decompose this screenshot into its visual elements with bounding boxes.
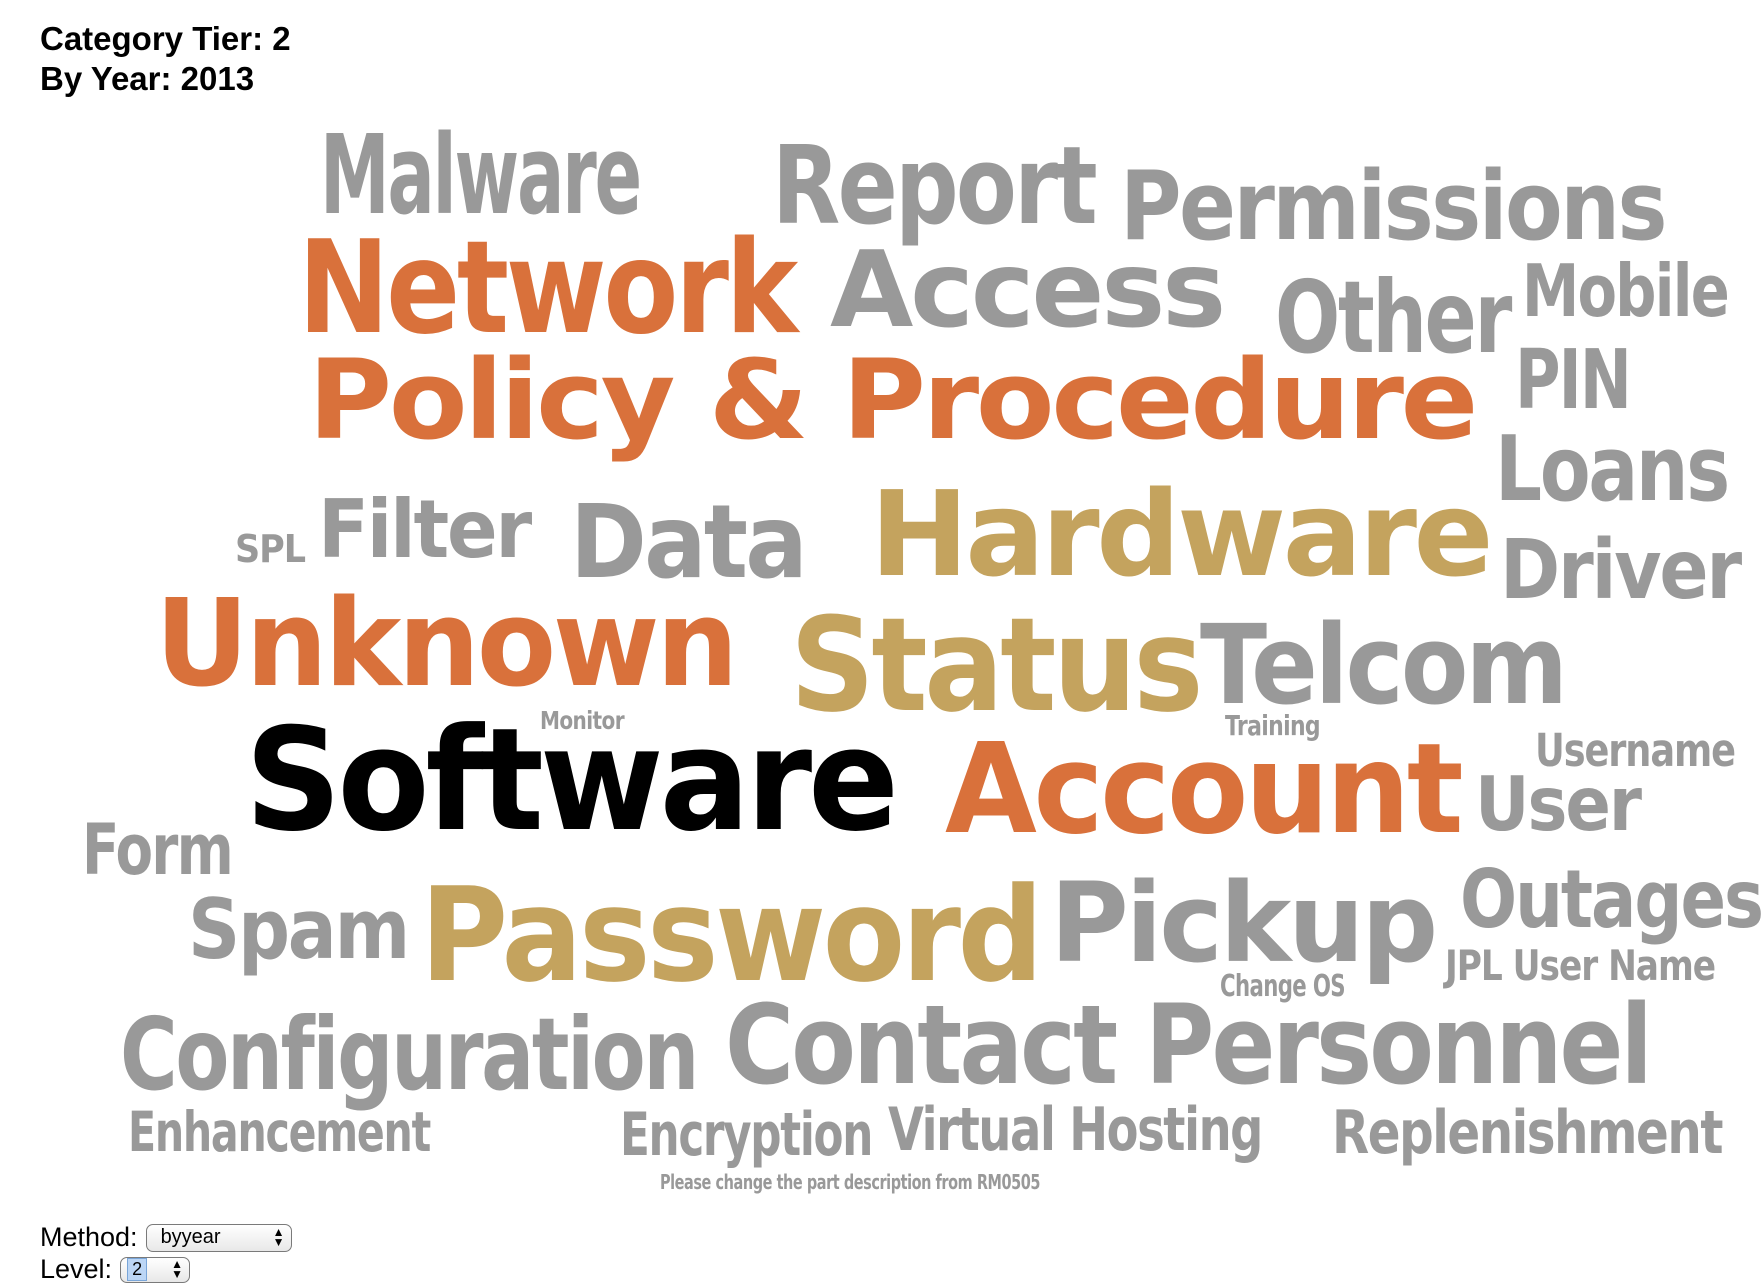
word-outages: Outages [1460,853,1762,946]
select-arrows-icon: ▲ ▼ [171,1256,184,1281]
method-control: Method: byyear ▲ ▼ [40,1222,292,1253]
word-pickup: Pickup [1050,859,1438,987]
word-virtual-hosting: Virtual Hosting [888,1095,1263,1165]
word-unknown: Unknown [155,575,738,714]
word-loans: Loans [1495,417,1730,522]
word-replenishment: Replenishment [1332,1098,1723,1168]
word-telcom: Telcom [1200,601,1568,729]
word-filter: Filter [318,483,532,576]
word-enhancement: Enhancement [128,1100,431,1164]
word-spam: Spam [188,881,410,978]
method-label: Method: [40,1222,138,1252]
level-select-value: 2 [127,1258,148,1281]
word-mobile: Mobile [1522,249,1730,333]
method-select-value: byyear [160,1226,221,1248]
word-access: Access [830,229,1226,351]
level-select[interactable]: 2 ▲ ▼ [120,1256,191,1283]
word-network: Network [298,214,798,363]
level-control: Level: 2 ▲ ▼ [40,1254,191,1285]
word-software: Software [245,698,899,863]
word-user: User [1475,760,1642,848]
word-driver: Driver [1500,523,1742,618]
word-policy-procedure: Policy & Procedure [308,336,1478,464]
word-please-change-the-part-description-from-rm0505: Please change the part description from … [660,1170,1040,1194]
word-configuration: Configuration [120,996,699,1113]
word-hardware: Hardware [870,465,1494,603]
word-account: Account [945,717,1464,862]
select-arrows-icon: ▲ ▼ [272,1224,285,1249]
word-encryption: Encryption [620,1100,873,1170]
word-cloud: Malware Report Permissions Network Access Oth… [0,0,1762,1282]
word-contact-personnel: Contact Personnel [725,981,1653,1109]
level-label: Level: [40,1254,113,1284]
word-form: Form [82,809,234,891]
word-spl: SPL [235,527,306,571]
word-report: Report [772,124,1098,249]
word-pin: PIN [1515,333,1632,428]
method-select[interactable]: byyear ▲ ▼ [145,1223,292,1252]
